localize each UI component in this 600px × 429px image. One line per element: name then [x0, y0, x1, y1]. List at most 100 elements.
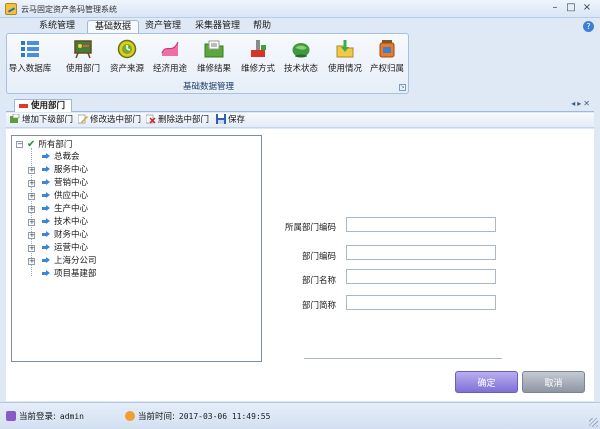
- ribbon-import-database-button[interactable]: 导入数据库: [8, 37, 52, 79]
- help-icon[interactable]: ?: [583, 21, 594, 32]
- save-button[interactable]: 保存: [216, 114, 245, 127]
- save-disk-icon: [216, 114, 226, 124]
- department-code-input[interactable]: [346, 245, 496, 260]
- ribbon-dialog-launcher-icon[interactable]: ↘: [399, 84, 406, 91]
- ribbon-label: 经济用途: [152, 64, 187, 74]
- ribbon-label: 使用情况: [327, 64, 362, 74]
- tab-help[interactable]: 帮助: [246, 20, 278, 34]
- ribbon-ownership-button[interactable]: 产权归属: [365, 37, 409, 79]
- ribbon-basic-data: 导入数据库 使用部门 资产来源 经济用途 维修结果 维修方式 技术状态 使用情况…: [6, 33, 409, 94]
- ribbon-asset-source-button[interactable]: 资产来源: [105, 37, 149, 79]
- expand-icon[interactable]: +: [28, 258, 35, 265]
- ribbon-label: 维修方式: [240, 64, 275, 74]
- tree-root-label: 所有部门: [38, 140, 73, 150]
- current-login: 当前登录: admin: [6, 410, 84, 422]
- ribbon-label: 资产来源: [109, 64, 144, 74]
- tree-item[interactable]: + 供应中心: [28, 190, 88, 203]
- toolbar: 增加下级部门 修改选中部门 删除选中部门 保存: [6, 113, 594, 128]
- window-controls: – □ ×: [548, 2, 594, 15]
- tree-item-label: 总裁会: [54, 152, 80, 162]
- ribbon-economic-use-button[interactable]: 经济用途: [148, 37, 192, 79]
- form-divider: [304, 358, 502, 359]
- delete-department-label: 删除选中部门: [158, 115, 210, 125]
- arrow-right-icon: [42, 166, 50, 173]
- tree-item-label: 项目基建部: [54, 269, 97, 279]
- repair-folder-icon: [204, 40, 224, 58]
- tab-asset-management[interactable]: 资产管理: [138, 20, 188, 34]
- tree-item[interactable]: + 服务中心: [28, 164, 88, 177]
- expand-icon[interactable]: +: [28, 167, 35, 174]
- tab-system-management[interactable]: 系统管理: [32, 20, 82, 34]
- tree-item[interactable]: + 运营中心: [28, 242, 88, 255]
- current-time: 当前时间: 2017-03-06 11:49:55: [125, 410, 270, 422]
- department-short-name-input[interactable]: [346, 295, 496, 310]
- database-list-icon: [21, 41, 39, 57]
- tree-item[interactable]: + 生产中心: [28, 203, 88, 216]
- department-code-label: 部门编码: [301, 252, 336, 262]
- add-sub-department-button[interactable]: 增加下级部门: [10, 114, 73, 127]
- login-value: admin: [59, 412, 84, 421]
- tree-root-node[interactable]: − ✔ 所有部门: [16, 138, 72, 151]
- ribbon-repair-method-button[interactable]: 维修方式: [236, 37, 280, 79]
- expand-icon[interactable]: +: [28, 180, 35, 187]
- tree-item[interactable]: + 技术中心: [28, 216, 88, 229]
- department-name-label: 部门名称: [301, 276, 336, 286]
- status-bar: 当前登录: admin 当前时间: 2017-03-06 11:49:55: [0, 402, 600, 429]
- time-value: 2017-03-06 11:49:55: [178, 412, 271, 421]
- tab-navigation[interactable]: ◂▸✕: [571, 99, 592, 108]
- cancel-button[interactable]: 取消: [522, 371, 585, 393]
- tree-item-label: 技术中心: [54, 217, 89, 227]
- tree-item[interactable]: + 上海分公司: [28, 255, 97, 268]
- expand-icon[interactable]: +: [28, 193, 35, 200]
- edit-department-button[interactable]: 修改选中部门: [78, 114, 141, 127]
- close-button[interactable]: ×: [580, 2, 594, 15]
- arrow-right-icon: [42, 205, 50, 212]
- arrow-right-icon: [42, 192, 50, 199]
- repair-tool-icon: [251, 40, 266, 57]
- tree-item[interactable]: 总裁会: [42, 151, 80, 164]
- tree-item[interactable]: 项目基建部: [42, 268, 97, 281]
- tab-department[interactable]: 使用部门: [14, 99, 73, 112]
- tree-item-label: 生产中心: [54, 204, 89, 214]
- ribbon-usage-status-button[interactable]: 使用情况: [323, 37, 367, 79]
- ribbon-label: 产权归属: [369, 64, 404, 74]
- ribbon-group-label: 基础数据管理: [182, 82, 234, 92]
- tree-item[interactable]: + 财务中心: [28, 229, 88, 242]
- tab-basic-data[interactable]: 基础数据: [87, 20, 140, 34]
- parent-code-label: 所属部门编码: [284, 223, 336, 233]
- department-tree[interactable]: − ✔ 所有部门 总裁会 + 服务中心 + 营销中心 + 供应中心 + 生产中心 …: [11, 135, 262, 362]
- parent-code-input[interactable]: [346, 217, 496, 232]
- edit-department-label: 修改选中部门: [90, 115, 142, 125]
- delete-department-button[interactable]: 删除选中部门: [146, 114, 209, 127]
- app-logo-icon: [5, 3, 17, 15]
- window-title: 云马固定资产条码管理系统: [21, 5, 117, 14]
- expand-icon[interactable]: +: [28, 219, 35, 226]
- arrow-right-icon: [42, 244, 50, 251]
- clock-icon: [125, 411, 135, 421]
- ribbon-tech-status-button[interactable]: 技术状态: [279, 37, 323, 79]
- collapse-icon[interactable]: −: [16, 141, 23, 148]
- tab-collector-management[interactable]: 采集器管理: [188, 20, 247, 34]
- ownership-jar-icon: [379, 40, 395, 58]
- resize-grip-icon[interactable]: [589, 418, 598, 427]
- arrow-right-icon: [42, 153, 50, 160]
- department-name-input[interactable]: [346, 269, 496, 284]
- tree-item-label: 营销中心: [54, 178, 89, 188]
- maximize-button[interactable]: □: [564, 2, 578, 15]
- add-sub-department-label: 增加下级部门: [22, 115, 74, 125]
- add-department-icon: [10, 114, 20, 123]
- expand-icon[interactable]: +: [28, 245, 35, 252]
- user-icon: [6, 411, 16, 421]
- tree-item-label: 财务中心: [54, 230, 89, 240]
- department-board-icon: [74, 40, 92, 59]
- ribbon-department-button[interactable]: 使用部门: [61, 37, 105, 79]
- usage-download-icon: [336, 40, 354, 58]
- expand-icon[interactable]: +: [28, 206, 35, 213]
- tree-item[interactable]: + 营销中心: [28, 177, 88, 190]
- minimize-button[interactable]: –: [548, 2, 562, 15]
- document-tab-bar: 使用部门 ◂▸✕: [6, 98, 594, 112]
- expand-icon[interactable]: +: [28, 232, 35, 239]
- ribbon-repair-result-button[interactable]: 维修结果: [192, 37, 236, 79]
- ok-button[interactable]: 确定: [455, 371, 518, 393]
- department-short-name-label: 部门简称: [301, 301, 336, 311]
